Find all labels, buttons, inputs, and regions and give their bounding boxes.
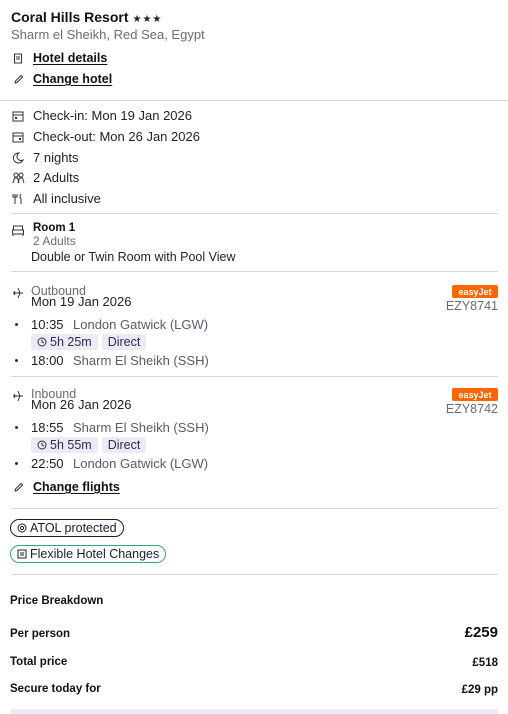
checkin-text: Check-in: Mon 19 Jan 2026 xyxy=(33,108,192,123)
duration-text: 5h 55m xyxy=(50,438,92,452)
timeline-dot xyxy=(15,323,18,326)
total-label: Total price xyxy=(10,656,68,668)
arrival-airport: London Gatwick (LGW) xyxy=(73,456,209,471)
pencil-icon xyxy=(11,480,25,494)
guests-text: 2 Adults xyxy=(33,170,80,185)
flight-number: EZY8742 xyxy=(445,402,498,416)
pencil-icon xyxy=(11,72,25,86)
checkout-row: Check-out: Mon 26 Jan 2026 xyxy=(11,129,200,144)
departure-airport: Sharm El Sheikh (SSH) xyxy=(73,420,209,435)
departure-row: 18:55 Sharm El Sheikh (SSH) xyxy=(15,420,209,435)
timeline-dot xyxy=(15,359,18,362)
duration-pill: 5h 25m xyxy=(31,334,98,350)
departure-airport: London Gatwick (LGW) xyxy=(73,317,209,332)
nights-row: 7 nights xyxy=(11,150,79,165)
flight-number: EZY8741 xyxy=(445,299,498,313)
cutlery-icon xyxy=(11,192,25,206)
hotel-details-link[interactable]: Hotel details xyxy=(33,51,107,65)
atol-text: ATOL protected xyxy=(30,521,117,535)
clock-icon xyxy=(37,440,47,450)
board-text: All inclusive xyxy=(33,191,101,206)
arrival-airport: Sharm El Sheikh (SSH) xyxy=(73,353,209,368)
board-row: All inclusive xyxy=(11,191,101,206)
stops-pill: Direct xyxy=(101,437,147,453)
duration-row: 5h 25m Direct xyxy=(31,334,147,350)
moon-icon xyxy=(11,151,25,165)
airline-logo: easyJet xyxy=(452,285,498,298)
checkin-row: Check-in: Mon 19 Jan 2026 xyxy=(11,108,192,123)
arrival-row: 22:50 London Gatwick (LGW) xyxy=(15,456,208,471)
hotel-location: Sharm el Sheikh, Red Sea, Egypt xyxy=(11,27,205,42)
divider xyxy=(0,100,508,101)
hotel-name: Coral Hills Resort xyxy=(11,9,129,25)
divider xyxy=(11,376,498,377)
people-icon xyxy=(11,171,25,185)
outbound-date: Mon 19 Jan 2026 xyxy=(31,294,132,309)
stops-pill: Direct xyxy=(101,334,147,350)
secure-price: £29 pp xyxy=(461,684,498,696)
hotel-details-row[interactable]: Hotel details xyxy=(11,51,107,65)
price-heading: Price Breakdown xyxy=(10,595,104,607)
departure-time: 10:35 xyxy=(31,317,64,332)
bottom-bar xyxy=(11,709,498,714)
inbound-date: Mon 26 Jan 2026 xyxy=(31,397,132,412)
change-hotel-row[interactable]: Change hotel xyxy=(11,72,112,86)
divider xyxy=(11,508,498,509)
clock-icon xyxy=(37,337,47,347)
calendar-icon xyxy=(11,109,25,123)
change-hotel-link[interactable]: Change hotel xyxy=(33,72,112,86)
duration-row: 5h 55m Direct xyxy=(31,437,147,453)
airline-logo: easyJet xyxy=(452,388,498,401)
calendar-icon xyxy=(11,130,25,144)
document-icon xyxy=(11,51,25,65)
flexible-badge: Flexible Hotel Changes xyxy=(10,545,167,563)
atol-badge: ATOL protected xyxy=(10,519,124,537)
flexible-text: Flexible Hotel Changes xyxy=(30,547,160,561)
duration-text: 5h 25m xyxy=(50,335,92,349)
divider xyxy=(11,271,498,272)
arrival-time: 22:50 xyxy=(31,456,64,471)
hotel-icon xyxy=(17,549,27,559)
nights-text: 7 nights xyxy=(33,150,79,165)
per-person-label: Per person xyxy=(10,628,71,640)
change-flights-link[interactable]: Change flights xyxy=(33,480,120,494)
timeline-dot xyxy=(15,462,18,465)
plane-arrival-icon xyxy=(11,389,25,403)
timeline-dot xyxy=(15,426,18,429)
per-person-price: £259 xyxy=(464,624,498,641)
hotel-header: Coral Hills Resort ★★★ xyxy=(11,9,162,27)
arrival-row: 18:00 Sharm El Sheikh (SSH) xyxy=(15,353,209,368)
checkout-text: Check-out: Mon 26 Jan 2026 xyxy=(33,129,200,144)
divider xyxy=(11,574,498,575)
departure-time: 18:55 xyxy=(31,420,64,435)
total-price: £518 xyxy=(472,657,498,669)
divider xyxy=(11,213,498,214)
arrival-time: 18:00 xyxy=(31,353,64,368)
star-rating: ★★★ xyxy=(132,14,163,25)
departure-row: 10:35 London Gatwick (LGW) xyxy=(15,317,208,332)
duration-pill: 5h 55m xyxy=(31,437,98,453)
change-flights-row[interactable]: Change flights xyxy=(11,480,120,494)
room-guests: 2 Adults xyxy=(33,234,76,248)
room-title: Room 1 xyxy=(33,222,76,234)
bed-icon xyxy=(11,223,25,237)
secure-label: Secure today for xyxy=(10,683,101,695)
guests-row: 2 Adults xyxy=(11,170,79,185)
room-block: Room 1 2 Adults xyxy=(11,222,76,248)
plane-departure-icon xyxy=(11,286,25,300)
room-type: Double or Twin Room with Pool View xyxy=(31,250,236,264)
atol-icon xyxy=(17,523,27,533)
